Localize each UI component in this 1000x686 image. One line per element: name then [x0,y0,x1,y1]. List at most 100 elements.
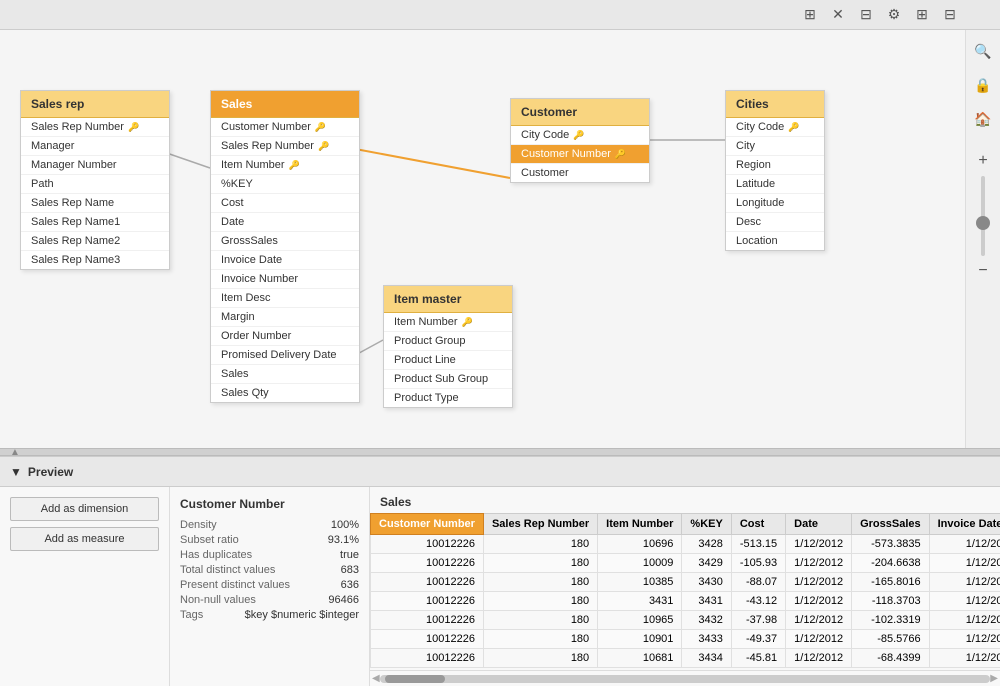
toolbar-icon-4[interactable]: ⚙ [884,5,904,25]
sales-row-invoice-number: Invoice Number [211,270,359,289]
table-cell: 1/12/20 [929,611,1000,630]
col-header-sales-rep: Sales Rep Number [483,514,597,535]
preview-left: Add as dimension Add as measure [0,487,170,686]
stat-label-total-distinct: Total distinct values [180,564,275,576]
stat-row-subset: Subset ratio 93.1% [180,534,359,546]
col-header-date: Date [786,514,852,535]
table-cell: 180 [483,554,597,573]
preview-panel: ▼ Preview Add as dimension Add as measur… [0,456,1000,686]
customer-number-label: Customer Number [521,148,611,160]
sales-table-header: Sales [211,91,359,118]
zoom-thumb[interactable] [976,216,990,230]
scroll-right-icon[interactable]: ▶ [990,673,998,684]
table-cell: 10012226 [371,649,484,668]
table-cell: 1/12/2012 [786,649,852,668]
toolbar-icon-2[interactable]: ✕ [828,5,848,25]
col-header-pkey: %KEY [682,514,731,535]
customer-table: Customer City Code 🔑 Customer Number 🔑 C… [510,98,650,183]
scrollbar-thumb[interactable] [385,675,445,683]
lock-icon[interactable]: 🔒 [972,74,994,96]
stat-label-present-distinct: Present distinct values [180,579,290,591]
add-measure-button[interactable]: Add as measure [10,527,159,551]
sales-row-order: Order Number [211,327,359,346]
zoom-out-icon[interactable]: − [972,260,994,282]
canvas-area: Sales rep Sales Rep Number 🔑 Manager Man… [0,30,1000,448]
stat-row-total-distinct: Total distinct values 683 [180,564,359,576]
table-cell: 180 [483,535,597,554]
add-dimension-button[interactable]: Add as dimension [10,497,159,521]
table-cell: 180 [483,592,597,611]
table-cell: -43.12 [731,592,785,611]
preview-chevron[interactable]: ▼ [10,465,22,479]
toolbar-icon-6[interactable]: ⊟ [940,5,960,25]
sales-rep-row-4: Path [21,175,169,194]
preview-header: ▼ Preview [0,457,1000,487]
table-row: 10012226180100093429-105.931/12/2012-204… [371,554,1000,573]
sales-row-sales: Sales [211,365,359,384]
table-cell: 3428 [682,535,731,554]
table-cell: 10681 [598,649,682,668]
sales-rep-row-6: Sales Rep Name1 [21,213,169,232]
table-row: 10012226180106813434-45.811/12/2012-68.4… [371,649,1000,668]
stat-label-nonnull: Non-null values [180,594,256,606]
toolbar-icon-3[interactable]: ⊟ [856,5,876,25]
key-icon-2: 🔑 [315,122,326,133]
key-icon-6: 🔑 [615,149,626,160]
toolbar-icon-1[interactable]: ⊞ [800,5,820,25]
toolbar-icon-5[interactable]: ⊞ [912,5,932,25]
table-cell: 10012226 [371,630,484,649]
cities-table-header: Cities [726,91,824,118]
table-cell: 3429 [682,554,731,573]
table-cell: 1/12/2012 [786,611,852,630]
table-cell: -37.98 [731,611,785,630]
item-master-row-product-type: Product Type [384,389,512,407]
col-header-customer-number: Customer Number [371,514,484,535]
cities-city-code-label: City Code [736,121,784,133]
table-cell: 10009 [598,554,682,573]
table-cell: 1/12/2012 [786,573,852,592]
scroll-left-icon[interactable]: ◀ [372,673,380,684]
table-cell: -85.5766 [852,630,930,649]
table-cell: -45.81 [731,649,785,668]
table-row: 10012226180106963428-513.151/12/2012-573… [371,535,1000,554]
zoom-track[interactable] [981,176,985,256]
table-cell: 180 [483,630,597,649]
sales-row-cost: Cost [211,194,359,213]
preview-table-area: Sales Customer Number Sales Rep Number I… [370,487,1000,686]
table-row: 10012226180103853430-88.071/12/2012-165.… [371,573,1000,592]
stat-label-duplicates: Has duplicates [180,549,252,561]
table-cell: -102.3319 [852,611,930,630]
panel-divider[interactable]: ▲ [0,448,1000,456]
stat-label-subset: Subset ratio [180,534,239,546]
sales-row-date: Date [211,213,359,232]
col-header-cost: Cost [731,514,785,535]
item-master-row-item-number: Item Number 🔑 [384,313,512,332]
table-cell: 180 [483,649,597,668]
field-title: Customer Number [180,497,359,511]
customer-row-city-code: City Code 🔑 [511,126,649,145]
scroll-indicator: ◀ ▶ [370,670,1000,686]
cities-row-city-code: City Code 🔑 [726,118,824,137]
zoom-in-icon[interactable]: + [972,150,994,172]
table-cell: -513.15 [731,535,785,554]
table-cell: -105.93 [731,554,785,573]
horizontal-scrollbar[interactable] [380,675,991,683]
sales-row-invoice-date: Invoice Date [211,251,359,270]
sales-item-number-label: Item Number [221,159,285,171]
table-cell: 1/12/2012 [786,592,852,611]
col-header-item-number: Item Number [598,514,682,535]
sales-rep-row-7: Sales Rep Name2 [21,232,169,251]
sales-row-sales-qty: Sales Qty [211,384,359,402]
table-cell: 10696 [598,535,682,554]
table-cell: 180 [483,611,597,630]
data-table-container[interactable]: Customer Number Sales Rep Number Item Nu… [370,513,1000,670]
table-cell: 1/12/20 [929,554,1000,573]
sales-row-margin: Margin [211,308,359,327]
sales-rep-row-5: Sales Rep Name [21,194,169,213]
sales-rep-row-8: Sales Rep Name3 [21,251,169,269]
table-cell: -68.4399 [852,649,930,668]
cities-row-longitude: Longitude [726,194,824,213]
home-icon[interactable]: 🏠 [972,108,994,130]
table-cell: -88.07 [731,573,785,592]
search-icon[interactable]: 🔍 [972,40,994,62]
